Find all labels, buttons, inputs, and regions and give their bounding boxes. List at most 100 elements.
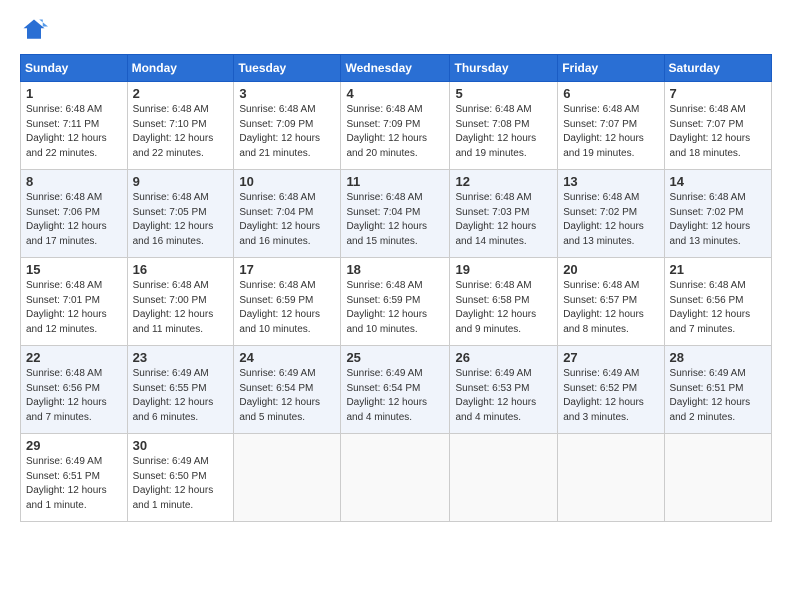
calendar-cell: 17Sunrise: 6:48 AMSunset: 6:59 PMDayligh… [234,258,341,346]
calendar-cell [664,434,771,522]
day-info: Sunrise: 6:48 AMSunset: 7:10 PMDaylight:… [133,103,229,161]
day-info: Sunrise: 6:48 AMSunset: 7:11 PMDaylight:… [26,103,122,161]
calendar-cell: 3 Sunrise: 6:48 AMSunset: 7:09 PMDaylight… [234,82,341,170]
day-number: 28 [670,350,766,365]
day-number: 16 [133,262,229,277]
weekday-header-monday: Monday [127,55,234,82]
weekday-header-thursday: Thursday [450,55,558,82]
day-number: 20 [563,262,658,277]
calendar-body: 1 Sunrise: 6:48 AMSunset: 7:11 PMDaylight… [21,82,772,522]
calendar-cell [558,434,664,522]
day-info: Sunrise: 6:48 AMSunset: 6:59 PMDaylight:… [346,279,444,337]
calendar-cell: 19Sunrise: 6:48 AMSunset: 6:58 PMDayligh… [450,258,558,346]
day-number: 6 [563,86,658,101]
day-info: Sunrise: 6:49 AMSunset: 6:55 PMDaylight:… [133,367,229,425]
day-info: Sunrise: 6:48 AMSunset: 7:04 PMDaylight:… [346,191,444,249]
day-number: 11 [346,174,444,189]
calendar-header: SundayMondayTuesdayWednesdayThursdayFrid… [21,55,772,82]
calendar-table: SundayMondayTuesdayWednesdayThursdayFrid… [20,54,772,522]
page-header [20,16,772,44]
week-row-5: 29 Sunrise: 6:49 AMSunset: 6:51 PMDayligh… [21,434,772,522]
calendar-cell: 26Sunrise: 6:49 AMSunset: 6:53 PMDayligh… [450,346,558,434]
day-number: 3 [239,86,335,101]
day-info: Sunrise: 6:49 AMSunset: 6:53 PMDaylight:… [455,367,552,425]
day-info: Sunrise: 6:48 AMSunset: 7:00 PMDaylight:… [133,279,229,337]
calendar-cell: 7 Sunrise: 6:48 AMSunset: 7:07 PMDaylight… [664,82,771,170]
calendar-cell: 13 Sunrise: 6:48 AMSunset: 7:02 PMDayligh… [558,170,664,258]
day-info: Sunrise: 6:48 AMSunset: 6:58 PMDaylight:… [455,279,552,337]
day-info: Sunrise: 6:48 AMSunset: 7:04 PMDaylight:… [239,191,335,249]
day-info: Sunrise: 6:48 AMSunset: 6:56 PMDaylight:… [26,367,122,425]
day-number: 2 [133,86,229,101]
calendar-cell: 21 Sunrise: 6:48 AMSunset: 6:56 PMDayligh… [664,258,771,346]
day-number: 22 [26,350,122,365]
weekday-header-wednesday: Wednesday [341,55,450,82]
day-info: Sunrise: 6:48 AMSunset: 7:09 PMDaylight:… [239,103,335,161]
day-number: 25 [346,350,444,365]
calendar-cell: 5Sunrise: 6:48 AMSunset: 7:08 PMDaylight… [450,82,558,170]
calendar-cell [450,434,558,522]
day-number: 5 [455,86,552,101]
day-info: Sunrise: 6:48 AMSunset: 7:02 PMDaylight:… [670,191,766,249]
calendar-cell [341,434,450,522]
calendar-cell: 28 Sunrise: 6:49 AMSunset: 6:51 PMDayligh… [664,346,771,434]
day-number: 4 [346,86,444,101]
day-number: 9 [133,174,229,189]
day-info: Sunrise: 6:49 AMSunset: 6:51 PMDaylight:… [670,367,766,425]
calendar-cell: 30Sunrise: 6:49 AMSunset: 6:50 PMDayligh… [127,434,234,522]
day-number: 10 [239,174,335,189]
day-info: Sunrise: 6:48 AMSunset: 6:56 PMDaylight:… [670,279,766,337]
day-info: Sunrise: 6:49 AMSunset: 6:51 PMDaylight:… [26,455,122,513]
calendar-cell: 8 Sunrise: 6:48 AMSunset: 7:06 PMDaylight… [21,170,128,258]
week-row-3: 15 Sunrise: 6:48 AMSunset: 7:01 PMDayligh… [21,258,772,346]
day-number: 1 [26,86,122,101]
day-number: 17 [239,262,335,277]
calendar-cell [234,434,341,522]
calendar-cell: 4 Sunrise: 6:48 AMSunset: 7:09 PMDaylight… [341,82,450,170]
day-info: Sunrise: 6:48 AMSunset: 6:57 PMDaylight:… [563,279,658,337]
day-info: Sunrise: 6:49 AMSunset: 6:54 PMDaylight:… [239,367,335,425]
calendar-cell: 1 Sunrise: 6:48 AMSunset: 7:11 PMDaylight… [21,82,128,170]
calendar-page: SundayMondayTuesdayWednesdayThursdayFrid… [0,0,792,612]
day-number: 15 [26,262,122,277]
day-number: 30 [133,438,229,453]
calendar-cell: 12 Sunrise: 6:48 AMSunset: 7:03 PMDayligh… [450,170,558,258]
day-info: Sunrise: 6:49 AMSunset: 6:54 PMDaylight:… [346,367,444,425]
weekday-header-row: SundayMondayTuesdayWednesdayThursdayFrid… [21,55,772,82]
calendar-cell: 18 Sunrise: 6:48 AMSunset: 6:59 PMDayligh… [341,258,450,346]
calendar-cell: 14 Sunrise: 6:48 AMSunset: 7:02 PMDayligh… [664,170,771,258]
day-info: Sunrise: 6:48 AMSunset: 7:06 PMDaylight:… [26,191,122,249]
calendar-cell: 24 Sunrise: 6:49 AMSunset: 6:54 PMDayligh… [234,346,341,434]
day-info: Sunrise: 6:48 AMSunset: 7:05 PMDaylight:… [133,191,229,249]
calendar-cell: 2 Sunrise: 6:48 AMSunset: 7:10 PMDaylight… [127,82,234,170]
calendar-cell: 16 Sunrise: 6:48 AMSunset: 7:00 PMDayligh… [127,258,234,346]
calendar-cell: 11 Sunrise: 6:48 AMSunset: 7:04 PMDayligh… [341,170,450,258]
calendar-cell: 15 Sunrise: 6:48 AMSunset: 7:01 PMDayligh… [21,258,128,346]
day-number: 8 [26,174,122,189]
day-number: 23 [133,350,229,365]
weekday-header-friday: Friday [558,55,664,82]
day-number: 24 [239,350,335,365]
calendar-cell: 29 Sunrise: 6:49 AMSunset: 6:51 PMDayligh… [21,434,128,522]
day-number: 7 [670,86,766,101]
logo [20,16,52,44]
day-number: 13 [563,174,658,189]
day-info: Sunrise: 6:48 AMSunset: 7:03 PMDaylight:… [455,191,552,249]
weekday-header-sunday: Sunday [21,55,128,82]
day-number: 18 [346,262,444,277]
calendar-cell: 22 Sunrise: 6:48 AMSunset: 6:56 PMDayligh… [21,346,128,434]
day-info: Sunrise: 6:49 AMSunset: 6:52 PMDaylight:… [563,367,658,425]
day-number: 21 [670,262,766,277]
day-info: Sunrise: 6:48 AMSunset: 7:09 PMDaylight:… [346,103,444,161]
logo-icon [20,16,48,44]
calendar-cell: 23 Sunrise: 6:49 AMSunset: 6:55 PMDayligh… [127,346,234,434]
day-info: Sunrise: 6:48 AMSunset: 7:01 PMDaylight:… [26,279,122,337]
week-row-1: 1 Sunrise: 6:48 AMSunset: 7:11 PMDaylight… [21,82,772,170]
day-number: 12 [455,174,552,189]
weekday-header-tuesday: Tuesday [234,55,341,82]
day-number: 29 [26,438,122,453]
day-info: Sunrise: 6:48 AMSunset: 7:07 PMDaylight:… [670,103,766,161]
day-info: Sunrise: 6:48 AMSunset: 7:02 PMDaylight:… [563,191,658,249]
week-row-2: 8 Sunrise: 6:48 AMSunset: 7:06 PMDaylight… [21,170,772,258]
day-number: 14 [670,174,766,189]
